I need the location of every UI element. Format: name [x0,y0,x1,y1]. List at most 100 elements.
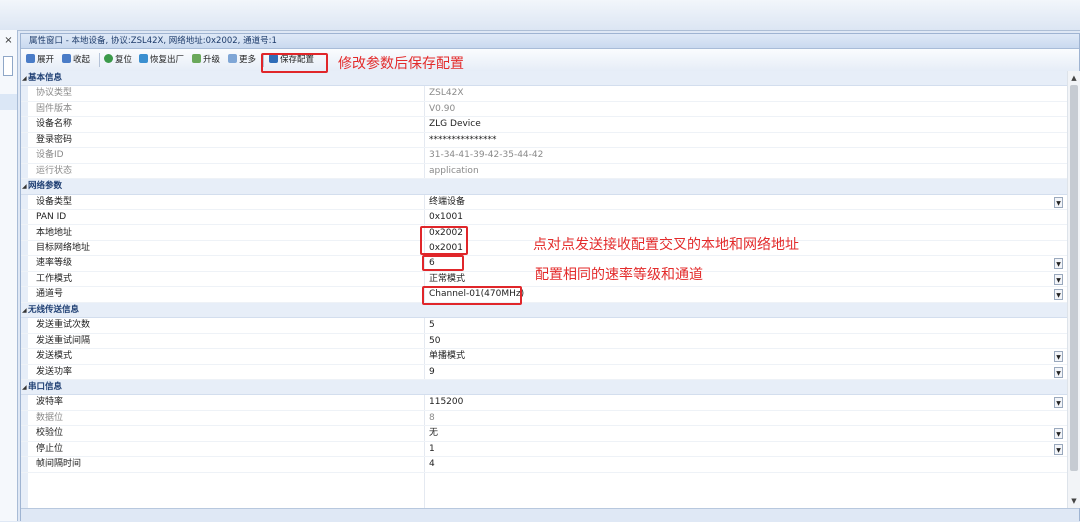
category-title: 串口信息 [28,382,63,392]
category-row[interactable]: ◢ 基本信息 [21,71,1067,87]
left-panel-selected-item[interactable] [0,94,17,110]
dropdown-arrow-icon[interactable]: ▼ [1054,351,1063,363]
save-highlight-box [261,53,328,73]
property-value[interactable]: 4 [429,457,435,472]
expand-icon [26,54,35,63]
property-value[interactable]: 单播模式 [429,349,465,364]
property-name: 发送重试间隔 [36,335,91,346]
property-value: 8 [429,412,435,423]
dropdown-arrow-icon[interactable]: ▼ [1054,397,1063,409]
category-title: 基本信息 [28,73,63,83]
dropdown-arrow-icon[interactable]: ▼ [1054,196,1063,208]
property-value[interactable]: 115200 [429,395,463,410]
property-row[interactable]: 发送功率 9 ▼ [21,365,1067,380]
property-name: 设备ID [36,150,64,161]
address-annotation: 点对点发送接收配置交叉的本地和网络地址 [533,237,799,253]
reset-button[interactable]: 复位 [104,53,132,67]
property-name: 固件版本 [36,103,73,114]
dropdown-arrow-icon[interactable]: ▼ [1054,443,1063,455]
property-row[interactable]: 登录密码 *************** [21,133,1067,149]
property-row[interactable]: PAN ID 0x1001 [21,210,1067,226]
left-panel-tab[interactable] [3,56,13,76]
property-row: 设备ID 31-34-41-39-42-35-44-42 [21,148,1067,164]
property-row[interactable]: 设备类型 终端设备 ▼ [21,195,1067,211]
property-value[interactable]: 9 [429,365,435,380]
property-value[interactable]: 无 [429,426,438,441]
dropdown-arrow-icon[interactable]: ▼ [1054,428,1063,440]
property-row: 固件版本 V0.90 [21,102,1067,118]
expand-button[interactable]: 展开 [26,53,54,67]
collapse-arrow-icon[interactable]: ◢ [22,380,27,395]
property-value: 31-34-41-39-42-35-44-42 [429,150,544,161]
property-name: 速率等级 [36,258,73,269]
property-value[interactable]: 50 [429,334,440,349]
toolbar: 展开 收起 复位 恢复出厂 升级 更多 保存配置 [21,49,1079,72]
property-name: 发送功率 [36,366,73,377]
property-name: 运行状态 [36,165,73,176]
property-name: 校验位 [36,428,64,439]
toolbar-separator [99,53,100,67]
dropdown-arrow-icon[interactable]: ▼ [1054,258,1063,270]
category-row[interactable]: ◢ 串口信息 [21,380,1067,396]
rate-highlight-box [422,255,464,271]
category-title: 无线传送信息 [28,304,80,315]
factory-reset-button[interactable]: 恢复出厂 [139,53,184,67]
reset-icon [104,54,113,63]
property-row[interactable]: 设备名称 ZLG Device [21,117,1067,133]
property-name: 帧间隔时间 [36,459,82,470]
property-name: 发送重试次数 [36,320,91,331]
property-value[interactable]: 1 [429,442,435,457]
property-value[interactable]: 正常模式 [429,272,465,287]
dropdown-arrow-icon[interactable]: ▼ [1054,289,1063,301]
property-row[interactable]: 通道号 Channel-01(470MHz) ▼ [21,287,1067,303]
dropdown-arrow-icon[interactable]: ▼ [1054,273,1063,285]
property-value[interactable]: 5 [429,318,435,333]
category-row[interactable]: ◢ 网络参数 [21,179,1067,195]
property-name: 波特率 [36,397,64,408]
upgrade-icon [192,54,201,63]
property-name: 停止位 [36,443,64,454]
property-row[interactable]: 波特率 115200 ▼ [21,395,1067,411]
property-value[interactable]: ZLG Device [429,117,481,132]
collapse-label: 收起 [73,55,91,65]
property-name: 本地地址 [36,227,73,238]
scroll-thumb[interactable] [1070,85,1078,471]
property-grid: ◢ 基本信息 协议类型 ZSL42X 固件版本 V0.90 设备名称 ZLG Device 登录… [21,71,1067,508]
factory-reset-label: 恢复出厂 [150,55,185,65]
property-row: 协议类型 ZSL42X [21,86,1067,102]
property-name: PAN ID [36,212,67,223]
collapse-arrow-icon[interactable]: ◢ [22,303,27,318]
property-row[interactable]: 停止位 1 ▼ [21,442,1067,458]
more-icon [228,54,237,63]
property-row[interactable]: 校验位 无 ▼ [21,426,1067,442]
property-row[interactable]: 帧间隔时间 4 [21,457,1067,473]
rate-annotation: 配置相同的速率等级和通道 [535,267,703,283]
more-button[interactable]: 更多 [228,53,256,67]
scroll-up-icon[interactable]: ▲ [1069,73,1079,83]
property-value[interactable]: *************** [429,133,497,148]
property-name: 登录密码 [36,134,73,145]
property-window-title: 属性窗口 - 本地设备, 协议:ZSL42X, 网络地址:0x2002, 通道号… [21,34,1079,49]
property-row[interactable]: 发送重试次数 5 [21,318,1067,334]
collapse-arrow-icon[interactable]: ◢ [22,179,27,194]
close-icon[interactable]: × [0,34,17,48]
reset-label: 复位 [115,55,133,65]
collapse-icon [62,54,71,63]
property-name: 目标网络地址 [36,242,91,253]
category-row[interactable]: ◢ 无线传送信息 [21,302,1067,319]
property-value[interactable]: 0x1001 [429,210,463,225]
dropdown-arrow-icon[interactable]: ▼ [1054,366,1063,378]
property-row[interactable]: 发送重试间隔 50 [21,334,1067,350]
property-name: 工作模式 [36,273,73,284]
property-name: 设备名称 [36,119,73,130]
property-value[interactable]: 终端设备 [429,195,465,210]
collapse-button[interactable]: 收起 [62,53,90,67]
scroll-down-icon[interactable]: ▼ [1069,496,1079,506]
property-row[interactable]: 发送模式 单播模式 ▼ [21,349,1067,365]
upgrade-button[interactable]: 升级 [192,53,220,67]
collapse-arrow-icon[interactable]: ◢ [22,71,27,86]
expand-label: 展开 [37,55,55,65]
property-row: 运行状态 application [21,164,1067,180]
property-name: 数据位 [36,412,64,423]
vertical-scrollbar[interactable]: ▲ ▼ [1067,71,1080,508]
